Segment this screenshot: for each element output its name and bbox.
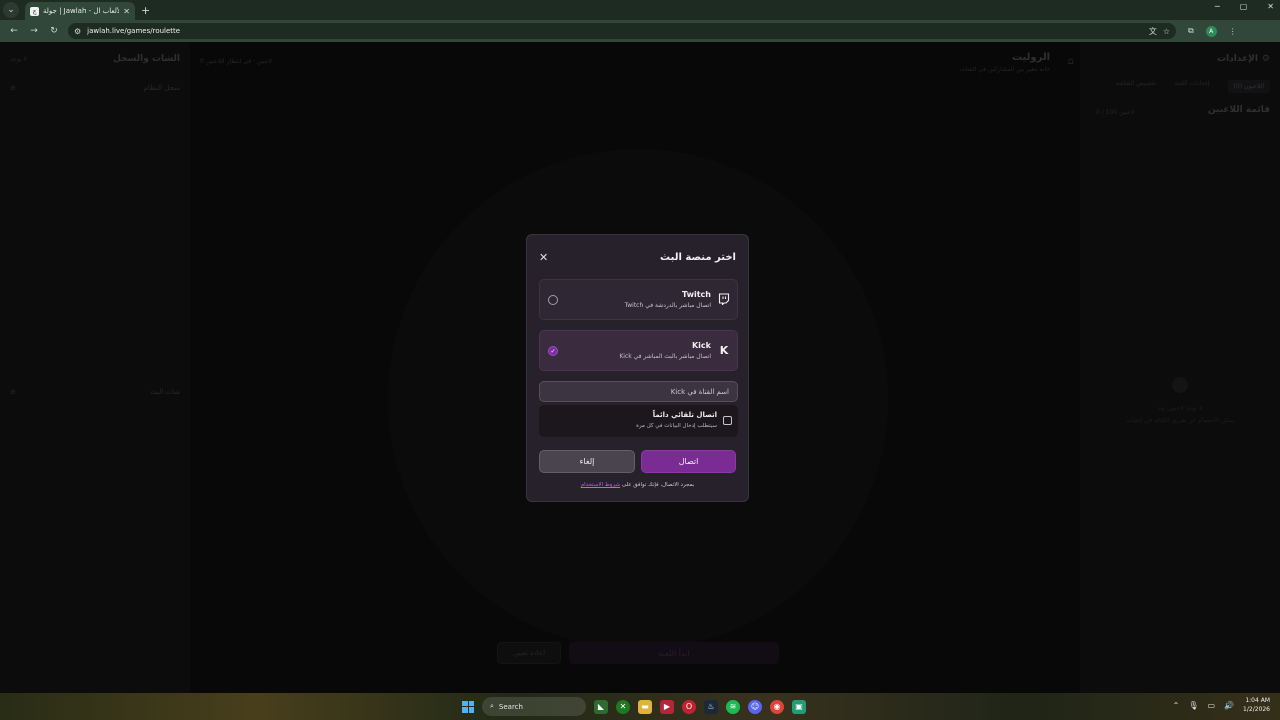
terms-note: بمجرد الاتصال، فإنك توافق على شروط الاست… [527,482,748,488]
kick-icon: K [719,343,729,357]
spotify-icon[interactable]: ≋ [726,699,740,714]
bookmark-star-icon[interactable]: ☆ [1163,27,1170,36]
tray-chevron-icon[interactable]: ⌃ [1173,701,1180,710]
site-info-icon[interactable]: ⚙ [74,27,81,36]
new-tab-icon[interactable]: + [141,4,150,17]
kick-radio-checked[interactable]: ✓ [548,346,558,356]
browser-tabbar: ⌄ ج جولة | Jawlah - منصة الألعاب ال... ✕… [0,0,1280,20]
auto-connect-label: اتصال تلقائي دائماً [652,411,717,419]
twitch-radio[interactable] [548,295,558,305]
option-name: Kick [691,341,711,350]
tab-search-icon[interactable]: ⌄ [3,2,19,18]
connect-button[interactable]: اتصال [641,450,736,473]
tab-title: جولة | Jawlah - منصة الألعاب ال... [43,7,119,15]
date: 1/2/2026 [1243,706,1270,713]
auto-connect-checkbox[interactable] [723,416,732,425]
address-bar[interactable]: ⚙ jawlah.live/games/roulette 文 ☆ [68,23,1176,39]
maximize-icon[interactable]: ▢ [1240,2,1248,11]
browser-toolbar: ← → ↻ ⚙ jawlah.live/games/roulette 文 ☆ ⧉… [0,20,1280,42]
url-text: jawlah.live/games/roulette [87,27,181,35]
taskbar-search[interactable]: ⌕ Search [482,697,586,716]
minimize-icon[interactable]: ─ [1215,2,1220,11]
twitch-icon [718,293,730,305]
terms-link[interactable]: شروط الاستخدام [581,482,620,488]
cancel-button[interactable]: إلغاء [539,450,635,473]
close-icon[interactable]: ✕ [539,251,548,264]
auto-connect-option[interactable]: اتصال تلقائي دائماً سيتطلب إدخال البيانا… [539,405,738,437]
reload-icon[interactable]: ↻ [48,26,60,36]
nvidia-icon[interactable]: ◣ [594,699,608,714]
video-app-icon[interactable]: ▶ [660,699,674,714]
clock[interactable]: 1:04 AM 1/2/2026 [1243,696,1270,714]
opera-icon[interactable]: O [682,699,696,714]
file-explorer-icon[interactable]: ▬ [638,699,652,714]
profile-avatar[interactable]: A [1205,25,1217,37]
app-icon[interactable]: ▣ [792,699,806,714]
time: 1:04 AM [1245,697,1270,704]
option-description: اتصال مباشر بالبث المباشر في Kick [619,353,711,360]
search-placeholder: Search [498,702,523,711]
volume-icon[interactable]: 🔊 [1224,701,1234,710]
forward-icon[interactable]: → [28,26,40,36]
windows-taskbar: ⌕ Search ◣ ✕ ▬ ▶ O ♨ ≋ ☺ ◉ ▣ ⌃ 🎙 ▭ 🔊 1:0… [0,693,1280,720]
translate-icon[interactable]: 文 [1149,26,1157,37]
terms-text: بمجرد الاتصال، فإنك توافق على [621,482,695,488]
search-icon: ⌕ [490,702,494,710]
option-name: Twitch [682,290,711,299]
modal-title: اختر منصة البث [660,252,736,263]
platform-option-kick[interactable]: K Kick اتصال مباشر بالبث المباشر في Kick… [539,330,738,371]
platform-option-twitch[interactable]: Twitch اتصال مباشر بالدردشة في Twitch [539,279,738,320]
windows-start-icon[interactable] [462,700,474,713]
auto-connect-sub: سيتطلب إدخال البيانات في كل مرة [636,423,717,429]
platform-modal: اختر منصة البث ✕ Twitch اتصال مباشر بالد… [526,234,749,502]
discord-icon[interactable]: ☺ [748,699,762,714]
microphone-icon[interactable]: 🎙 [1188,701,1198,710]
steam-icon[interactable]: ♨ [704,699,718,714]
xbox-icon[interactable]: ✕ [616,699,630,714]
extensions-icon[interactable]: ⧉ [1188,26,1194,36]
close-window-icon[interactable]: ✕ [1267,2,1274,11]
network-icon[interactable]: ▭ [1208,701,1216,710]
back-icon[interactable]: ← [8,26,20,36]
browser-tab[interactable]: ج جولة | Jawlah - منصة الألعاب ال... ✕ [25,2,135,20]
chrome-icon[interactable]: ◉ [770,699,784,714]
browser-menu-icon[interactable]: ⋮ [1229,27,1237,36]
window-controls: ─ ▢ ✕ [1215,2,1274,11]
close-tab-icon[interactable]: ✕ [123,7,130,16]
favicon-icon: ج [30,6,39,16]
option-description: اتصال مباشر بالدردشة في Twitch [624,302,711,309]
channel-name-input[interactable] [539,381,738,402]
